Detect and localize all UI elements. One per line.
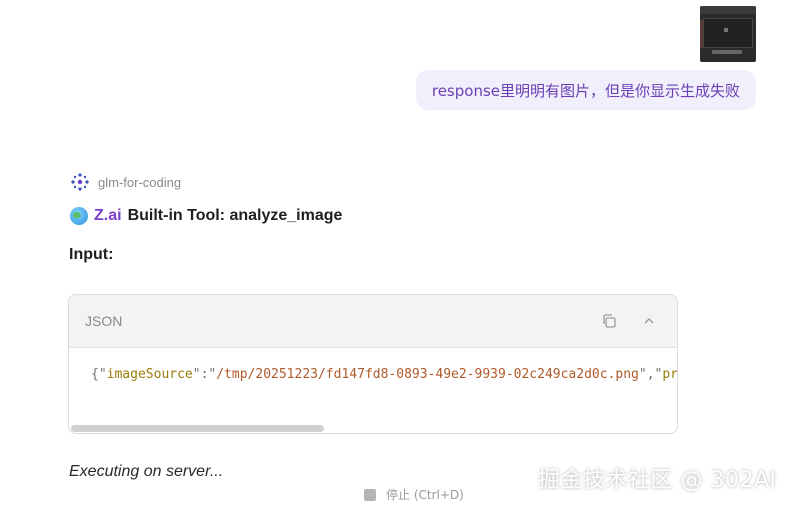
code-block: JSON {"imageSource":"/tmp/20251223/fd147… (68, 294, 678, 434)
code-language-label: JSON (85, 313, 123, 329)
stop-button[interactable]: 停止 (Ctrl+D) (364, 486, 464, 503)
execution-status: Executing on server... (69, 463, 224, 480)
code-token: {" (91, 367, 107, 382)
code-token: ":" (192, 367, 217, 382)
user-message-text: response里明明有图片，但是你显示生成失败 (431, 81, 740, 100)
attached-image-thumbnail[interactable] (700, 6, 756, 62)
code-token: "," (638, 367, 663, 382)
code-block-header: JSON (69, 295, 677, 348)
horizontal-scrollbar[interactable] (69, 424, 677, 433)
stop-button-label: 停止 (Ctrl+D) (386, 488, 464, 502)
assistant-model-row: glm-for-coding (70, 172, 181, 192)
stop-icon (364, 488, 376, 501)
copy-icon[interactable] (597, 309, 621, 333)
code-token: /tmp/20251223/fd147fd8-0893-49e2-9939-02… (216, 367, 639, 382)
globe-icon (70, 207, 88, 225)
scrollbar-thumb[interactable] (71, 425, 324, 432)
code-token: imageSource (106, 367, 193, 382)
chevron-up-icon[interactable] (637, 309, 661, 333)
watermark: 掘金技术社区 @ 302AI (538, 468, 777, 493)
code-token: pro (662, 367, 677, 382)
input-label: Input: (69, 246, 114, 263)
tool-title: Built-in Tool: analyze_image (127, 207, 343, 224)
user-message-bubble: response里明明有图片，但是你显示生成失败 (415, 70, 756, 110)
zai-model-icon (71, 173, 89, 191)
model-name: glm-for-coding (98, 174, 182, 190)
tool-brand: Z.ai (94, 207, 122, 224)
tool-title-row: Z.ai Built-in Tool: analyze_image (70, 207, 342, 225)
chat-page: response里明明有图片，但是你显示生成失败 glm-for-coding … (0, 0, 806, 509)
code-content[interactable]: {"imageSource":"/tmp/20251223/fd147fd8-0… (69, 348, 677, 408)
